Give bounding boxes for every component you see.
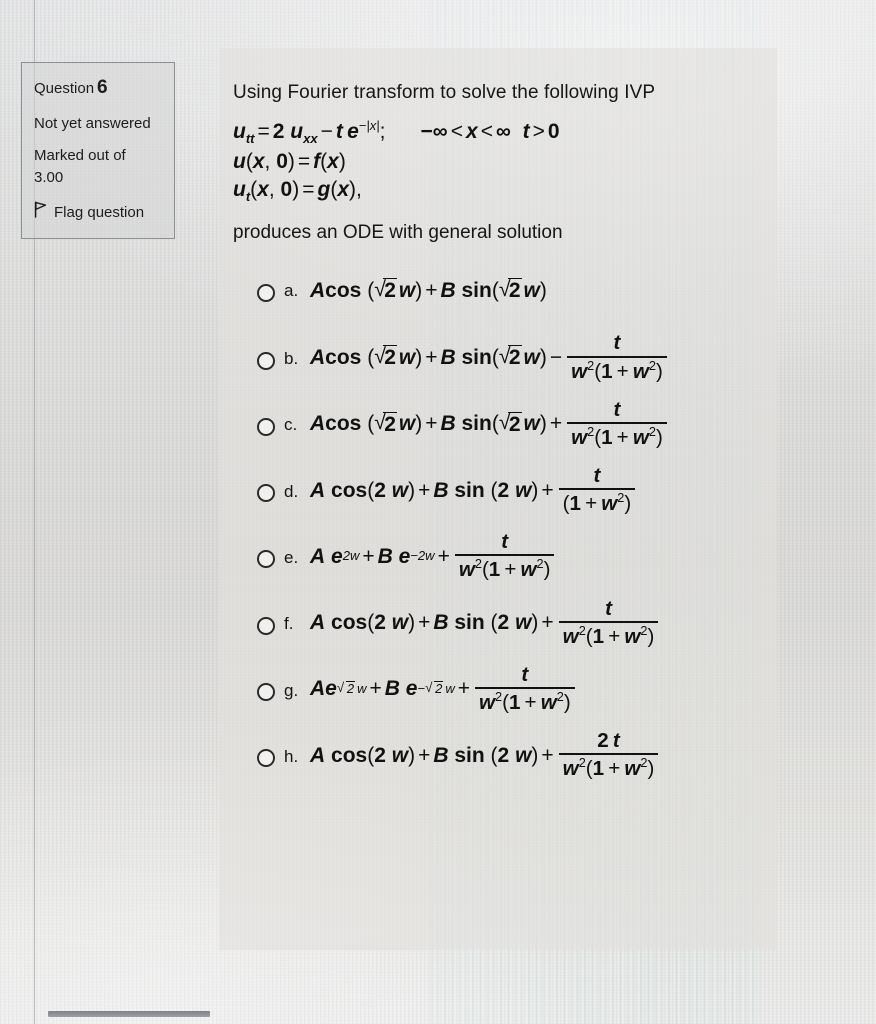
- equation-initial-condition-2: ut(x, 0) = g(x),: [233, 178, 362, 205]
- answer-body-a: Acos (2w)+B sin(2w): [310, 278, 547, 303]
- question-intro-text: Using Fourier transform to solve the fol…: [233, 82, 656, 103]
- flag-question-label: Flag question: [54, 203, 145, 221]
- answer-letter-b: b.: [284, 349, 299, 369]
- fraction-b: t w2(1 + w2): [567, 332, 667, 382]
- marked-out-of: Marked out of 3.00: [34, 145, 164, 188]
- answer-status: Not yet answered: [34, 114, 151, 132]
- radio-button-d[interactable]: [257, 484, 275, 503]
- radio-button-h[interactable]: [257, 749, 275, 768]
- fraction-c: t w2(1 + w2): [567, 398, 667, 449]
- marked-out-of-label: Marked out of: [34, 147, 126, 165]
- answer-option-f[interactable]: f. A cos(2 w) + B sin (2 w) + t w2(1 + w2): [257, 597, 763, 648]
- radio-button-g[interactable]: [257, 683, 275, 701]
- radio-button-f[interactable]: [257, 616, 275, 635]
- answer-letter-f: f.: [284, 614, 294, 634]
- fraction-f: t w2(1 + w2): [558, 597, 659, 648]
- question-number: 6: [97, 77, 108, 98]
- fraction-d: t (1 + w2): [558, 464, 636, 515]
- radio-button-b[interactable]: [257, 351, 275, 370]
- answer-letter-h: h.: [284, 746, 299, 766]
- answer-body-b: Acos (2w)+B sin(2w)−tw2(1 + w2): [310, 332, 669, 382]
- fraction-h: 2 t w2(1 + w2): [558, 730, 659, 780]
- bottom-scrollbar[interactable]: [48, 1011, 210, 1017]
- answer-body-g: Ae2w+B e−2w+tw2(1 + w2): [310, 663, 577, 714]
- flag-icon: [34, 201, 47, 224]
- radio-button-a[interactable]: [257, 284, 275, 303]
- answer-option-c[interactable]: c. Acos (2w)+B sin(2w)+tw2(1 + w2): [257, 398, 763, 449]
- answer-option-b[interactable]: b. Acos (2w)+B sin(2w)−tw2(1 + w2): [257, 332, 763, 382]
- answer-body-f: A cos(2 w) + B sin (2 w) + t w2(1 + w2): [310, 597, 660, 648]
- question-content-panel: Using Fourier transform to solve the fol…: [219, 48, 777, 950]
- flag-question-button[interactable]: Flag question: [34, 201, 164, 224]
- answer-body-h: A cos(2 w) + B sin (2 w) +2 t w2(1 + w2): [310, 730, 660, 780]
- question-number-row: Question 6: [34, 75, 164, 102]
- question-produces-text: produces an ODE with general solution: [233, 222, 563, 244]
- question-info-box: Question 6 Not yet answered Marked out of…: [21, 62, 175, 240]
- answer-letter-d: d.: [284, 481, 299, 501]
- answer-option-a[interactable]: a. Acos (2w)+B sin(2w): [257, 278, 763, 316]
- answer-letter-c: c.: [284, 415, 298, 435]
- fraction-e: t w2(1 + w2): [454, 531, 555, 581]
- radio-button-c[interactable]: [257, 417, 275, 436]
- equation-initial-condition-1: u(x, 0) = f(x): [233, 150, 346, 174]
- answer-option-g[interactable]: g. Ae2w+B e−2w+tw2(1 + w2): [257, 663, 763, 714]
- marked-out-of-value: 3.00: [34, 168, 64, 186]
- answer-options-list: a. Acos (2w)+B sin(2w) b. Acos (2w)+B si…: [233, 278, 763, 780]
- answer-option-h[interactable]: h. A cos(2 w) + B sin (2 w) +2 t w2(1 + w2): [257, 730, 763, 780]
- answer-letter-e: e.: [284, 547, 299, 567]
- answer-body-c: Acos (2w)+B sin(2w)+tw2(1 + w2): [310, 398, 669, 449]
- question-label: Question: [34, 80, 95, 97]
- question-equations: utt = 2 uxx − t e−|x|; −∞ < x < ∞ t >0 u(x, 0) = f(…: [233, 118, 763, 204]
- answer-body-d: A cos(2 w) + B sin (2 w) + t (1 + w2): [310, 464, 637, 515]
- fraction-g: t w2(1 + w2): [475, 663, 575, 714]
- answer-option-e[interactable]: e. A e 2w + B e −2w + t w2(1 + w2): [257, 531, 763, 581]
- equation-pde: utt = 2 uxx − t e−|x|; −∞ < x < ∞ t >0: [233, 118, 560, 147]
- radio-button-e[interactable]: [257, 550, 275, 569]
- answer-letter-g: g.: [284, 680, 299, 700]
- answer-letter-a: a.: [284, 281, 299, 301]
- answer-option-d[interactable]: d. A cos(2 w) + B sin (2 w) + t (1 + w2): [257, 464, 763, 515]
- answer-body-e: A e 2w + B e −2w + t w2(1 + w2): [310, 531, 556, 581]
